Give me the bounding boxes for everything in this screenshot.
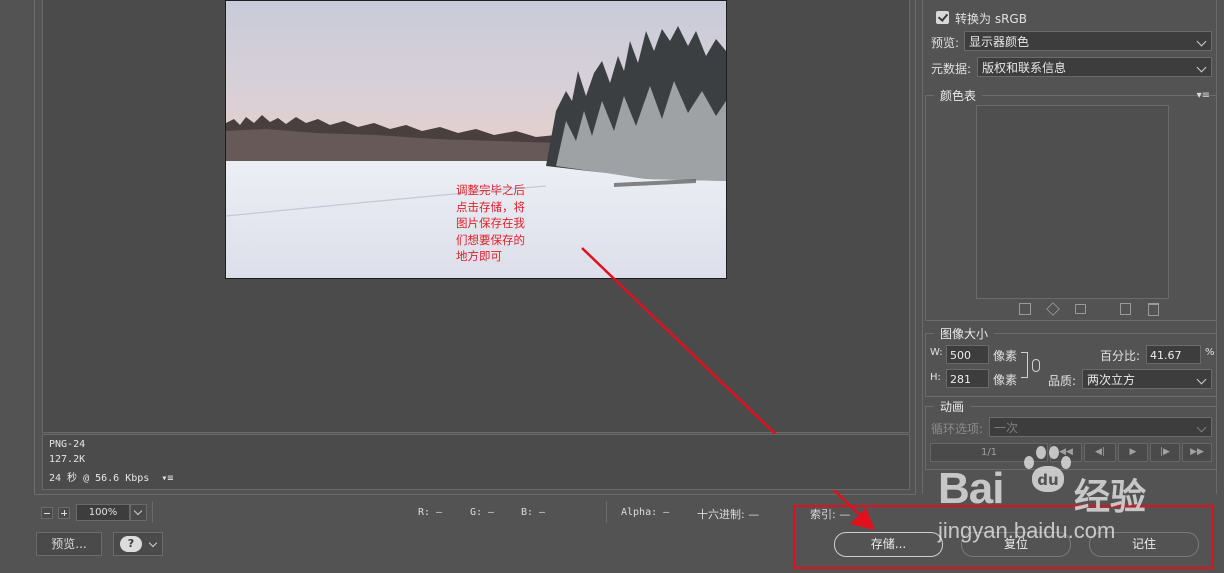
loop-select-value: 一次 [994,421,1019,435]
image-size-title: 图像大小 [934,325,995,342]
file-size: 127.2K [49,454,86,465]
panel-divider [922,0,923,494]
percent-input[interactable]: 41.67 [1146,345,1201,364]
height-label: H: [930,372,941,383]
green-value: G: — [470,507,495,518]
preview-select-value: 显示器颜色 [969,35,1030,49]
metadata-select[interactable]: 版权和联系信息 [977,57,1212,77]
convert-srgb-checkbox[interactable] [936,11,949,24]
zoom-out-button[interactable] [41,507,53,519]
chevron-down-icon [1196,374,1207,385]
browser-select-button[interactable]: ? [113,532,163,556]
zoom-level-field[interactable]: 100% [76,504,130,521]
new-color-icon[interactable] [1120,303,1131,315]
download-time-text: 24 秒 @ 56.6 Kbps [49,473,150,484]
download-menu-icon[interactable]: ▾≡ [161,473,173,484]
preview-label: 预览: [931,36,960,50]
convert-srgb-label: 转换为 sRGB [955,12,1027,26]
metadata-label: 元数据: [931,62,972,76]
watermark-brand-right: 经验 [1074,477,1147,518]
width-input[interactable]: 500 [946,345,989,364]
trash-icon[interactable] [1148,303,1159,316]
chevron-down-icon [1196,62,1207,73]
chevron-down-icon [1196,36,1207,47]
chevron-down-icon [148,538,158,548]
metadata-select-value: 版权和联系信息 [982,61,1067,75]
height-input[interactable]: 281 [946,369,989,388]
zoom-in-button[interactable] [58,507,70,519]
link-icon[interactable] [1032,359,1040,372]
color-table-panel: 颜色表 ▾≡ [925,87,1217,321]
percent-label: 百分比: [1100,349,1141,363]
width-unit: 像素 [993,349,1018,363]
baidu-watermark: Bai du 经验 jingyan.baidu.com [938,442,1208,552]
preview-in-browser-button[interactable]: 预览... [36,532,102,556]
red-value: R: — [418,507,443,518]
height-unit: 像素 [993,373,1018,387]
chevron-down-icon [1196,422,1207,433]
divider [606,501,607,523]
hex-value: 十六进制: — [697,508,760,521]
paw-logo: du [1020,442,1072,494]
annotation-note: 调整完毕之后点击存储，将图片保存在我们想要保存的地方即可 [456,183,525,263]
watermark-url: jingyan.baidu.com [938,518,1116,543]
chevron-down-icon [133,506,143,516]
preview-select[interactable]: 显示器颜色 [964,31,1212,51]
map-to-transparent-icon[interactable] [1019,303,1031,315]
blue-value: B: — [521,507,546,518]
web-shift-icon[interactable] [1046,302,1060,316]
color-table-title: 颜色表 [934,87,983,104]
width-label: W: [930,347,943,358]
download-time: 24 秒 @ 56.6 Kbps ▾≡ [49,469,173,484]
watermark-brand-left: Bai [938,464,1004,513]
panel-menu-icon[interactable]: ▾≡ [1197,90,1210,101]
zoom-dropdown[interactable] [130,504,147,521]
loop-label: 循环选项: [931,422,984,436]
animation-title: 动画 [934,398,971,415]
annotation-arrow [581,247,875,530]
quality-label: 品质: [1048,374,1077,388]
browser-icon: ? [120,536,142,552]
alpha-value: Alpha: — [621,507,670,518]
lock-icon[interactable] [1075,304,1086,314]
optimization-info: PNG-24 127.2K 24 秒 @ 56.6 Kbps ▾≡ [42,434,910,490]
constrain-bracket [1021,352,1028,378]
loop-select[interactable]: 一次 [989,417,1212,437]
divider [152,501,153,523]
color-table-swatches[interactable] [976,105,1169,299]
quality-select-value: 两次立方 [1087,373,1136,387]
check-icon [937,11,949,22]
quality-select[interactable]: 两次立方 [1082,369,1212,389]
percent-sign: % [1205,347,1215,358]
file-format: PNG-24 [49,439,86,450]
